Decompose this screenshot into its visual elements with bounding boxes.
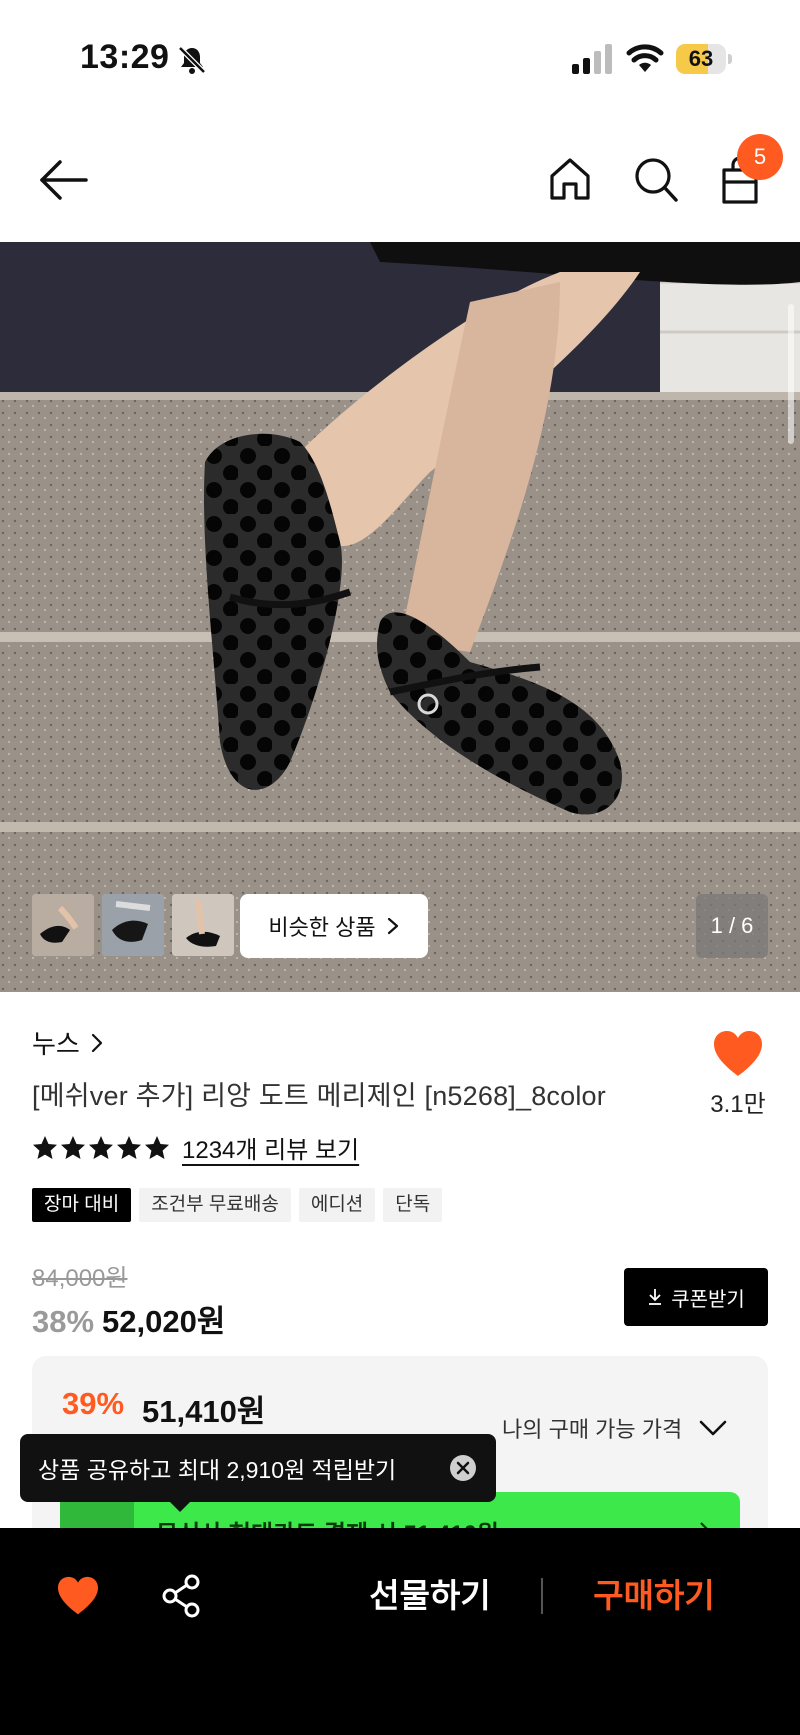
product-tags: 장마 대비 조건부 무료배송 에디션 단독 [32,1188,443,1222]
top-nav-bar [0,118,800,242]
coupon-label: 쿠폰받기 [671,1288,745,1311]
my-discount-rate: 39% [62,1386,125,1421]
battery-level: 63 [688,46,714,71]
original-price: 84,000원 [32,1265,128,1292]
my-price-label: 나의 구매 가능 가격 [502,1417,683,1442]
brand-name: 누스 [32,1029,80,1059]
cart-count-badge[interactable]: 5 [737,134,783,180]
bottom-action-bar: 선물하기 구매하기 [0,1528,800,1735]
star-icon [89,1135,113,1159]
close-icon[interactable] [448,1453,478,1483]
star-icon [145,1135,169,1159]
brand-link[interactable]: 누스 [32,1024,104,1061]
thumbnail-1[interactable] [32,894,94,956]
chevron-right-icon [91,1033,102,1052]
download-icon [649,1289,662,1305]
tooltip-text: 상품 공유하고 최대 2,910원 적립받기 [38,1457,397,1483]
tag: 장마 대비 [32,1188,132,1222]
star-rating [32,1135,170,1161]
rating-row: 1234개 리뷰 보기 [32,1130,359,1165]
thumbnail-2[interactable] [102,894,164,956]
tag: 에디션 [298,1188,376,1222]
product-title: [메쉬ver 추가] 리앙 도트 메리제인 [n5268]_8color [32,1081,606,1111]
battery-icon: 63 [676,44,732,74]
gift-button[interactable]: 선물하기 [330,1572,530,1620]
search-icon[interactable] [632,154,680,204]
similar-products-label: 비슷한 상품 [268,915,376,940]
like-button[interactable]: 3.1만 [700,1024,776,1119]
tooltip-tail [168,1500,192,1512]
scroll-indicator [788,304,794,444]
review-link[interactable]: 1234개 리뷰 보기 [182,1130,359,1165]
my-price-toggle[interactable]: 나의 구매 가능 가격 [502,1412,728,1444]
back-arrow-icon[interactable] [36,158,92,202]
tag: 조건부 무료배송 [139,1188,291,1222]
star-icon [33,1135,57,1159]
product-image-carousel[interactable]: 비슷한 상품 1 / 6 [0,242,800,992]
sale-price: 52,020원 [102,1304,226,1339]
home-icon[interactable] [546,154,594,204]
status-bar: 13:29 63 [0,0,800,118]
coupon-download-button[interactable]: 쿠폰받기 [624,1268,768,1326]
heart-filled-icon[interactable] [56,1576,100,1616]
price-row: 38% 52,020원 [32,1296,225,1341]
tag: 단독 [383,1188,443,1222]
thumbnail-3[interactable] [172,894,234,956]
image-page-counter: 1 / 6 [696,894,768,958]
discount-rate: 38% [32,1304,95,1339]
similar-products-button[interactable]: 비슷한 상품 [240,894,428,958]
like-count: 3.1만 [710,1091,766,1118]
share-icon[interactable] [162,1574,202,1618]
product-photo [0,242,800,992]
star-icon [61,1135,85,1159]
chevron-down-icon [699,1420,727,1436]
share-reward-tooltip: 상품 공유하고 최대 2,910원 적립받기 [20,1434,496,1502]
heart-filled-icon [714,1031,762,1076]
wifi-icon [626,44,664,72]
chevron-right-icon [387,917,398,935]
signal-icon [572,44,612,74]
star-icon [117,1135,141,1159]
bell-off-icon [178,46,206,74]
my-price: 51,410원 [142,1394,266,1429]
status-time: 13:29 [80,38,170,76]
divider [541,1578,543,1614]
buy-button[interactable]: 구매하기 [554,1572,754,1620]
